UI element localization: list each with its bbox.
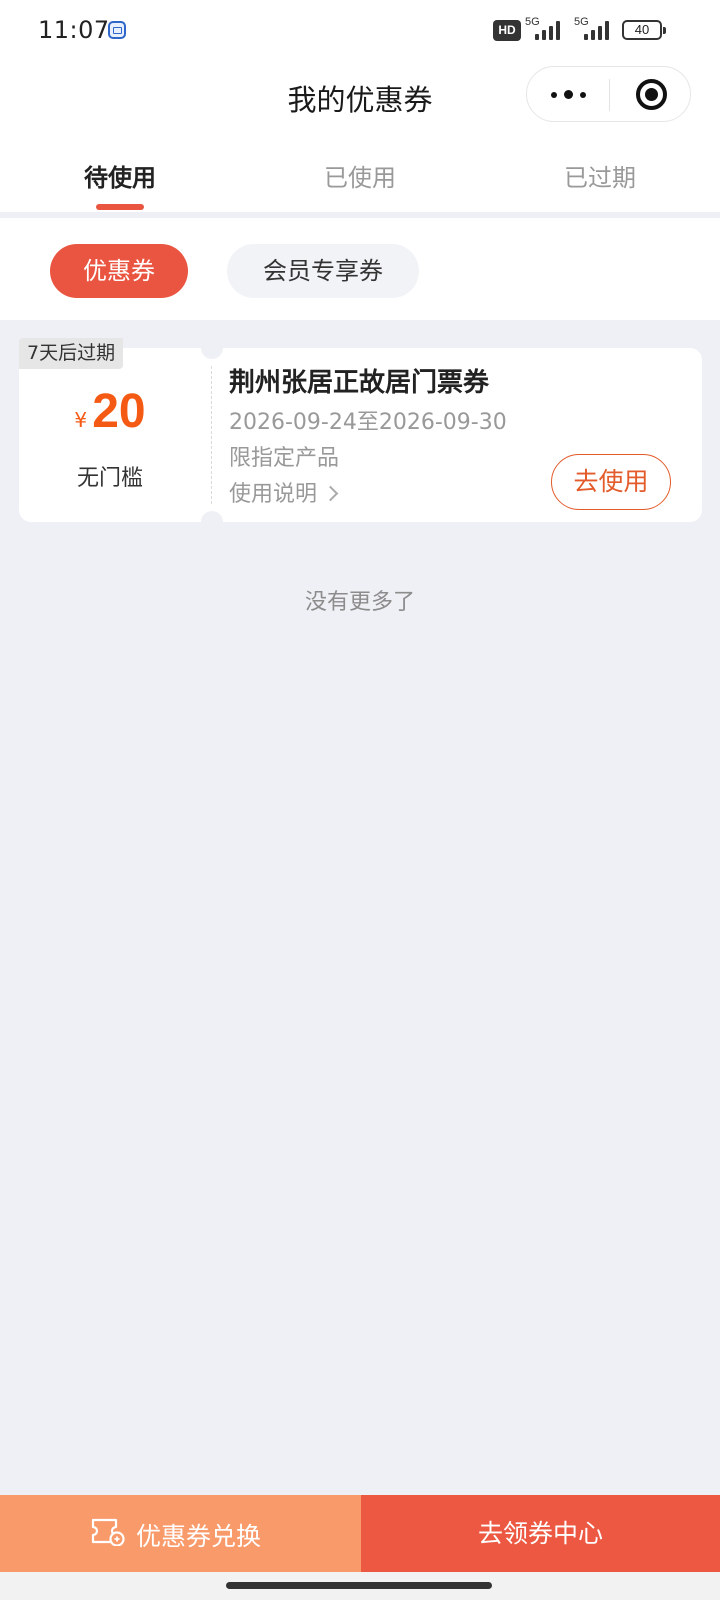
- tab-expired[interactable]: 已过期: [480, 130, 720, 212]
- redeem-label: 优惠券兑换: [136, 1522, 262, 1551]
- nav-header: 我的优惠券: [0, 60, 720, 130]
- ticket-exchange-icon: [91, 1518, 125, 1546]
- coupon-divider: [211, 366, 212, 504]
- bottom-action-bar: 优惠券兑换 去领券中心: [0, 1495, 720, 1572]
- tab-label: 待使用: [84, 164, 156, 192]
- tab-label: 已过期: [564, 164, 636, 192]
- coupon-notch: [201, 337, 223, 359]
- end-of-list-text: 没有更多了: [304, 590, 415, 615]
- coupon-center-button[interactable]: 去领券中心: [361, 1495, 720, 1572]
- coupon-threshold: 无门槛: [76, 466, 143, 491]
- chevron-right-icon: [322, 485, 339, 502]
- coupon-type-filter: 优惠券 会员专享券: [0, 218, 720, 320]
- usage-instructions-label: 使用说明: [229, 482, 318, 507]
- currency-symbol: ¥: [74, 408, 88, 432]
- home-indicator[interactable]: [226, 1582, 492, 1589]
- coupon-validity: 2026-09-24至2026-09-30: [229, 410, 507, 435]
- tab-used[interactable]: 已使用: [240, 130, 480, 212]
- signal-strength-icon: [535, 20, 565, 40]
- battery-icon: 40: [622, 20, 666, 40]
- status-time: 11:07: [38, 16, 110, 44]
- coupon-amount: ¥ 20: [19, 384, 201, 439]
- coupon-card[interactable]: 7天后过期 ¥ 20 无门槛 荆州张居正故居门票券 2026-09-24至202…: [19, 337, 702, 533]
- mini-program-capsule: [526, 66, 691, 122]
- target-close-icon[interactable]: [610, 67, 692, 123]
- usage-instructions-link[interactable]: 使用说明: [229, 476, 339, 508]
- filter-chip-coupon[interactable]: 优惠券: [50, 244, 188, 298]
- more-dots-icon[interactable]: [527, 67, 609, 123]
- use-coupon-button[interactable]: 去使用: [551, 454, 671, 510]
- tab-unused[interactable]: 待使用: [0, 130, 240, 212]
- notification-app-icon: [108, 21, 126, 39]
- status-bar: 11:07 HD 5G 5G 40: [0, 0, 720, 60]
- hd-voice-icon: HD: [493, 20, 521, 41]
- amount-value: 20: [92, 385, 146, 438]
- status-tabs: 待使用 已使用 已过期: [0, 130, 720, 212]
- coupon-title: 荆州张居正故居门票券: [229, 368, 490, 398]
- tab-label: 已使用: [324, 164, 396, 192]
- expire-badge: 7天后过期: [19, 338, 124, 369]
- coupon-scope: 限指定产品: [229, 446, 340, 471]
- redeem-coupon-button[interactable]: 优惠券兑换: [0, 1495, 361, 1572]
- filter-chip-member-coupon[interactable]: 会员专享券: [227, 244, 419, 298]
- coupon-notch: [201, 511, 223, 533]
- active-tab-indicator: [96, 204, 144, 210]
- signal-strength-icon-2: [584, 20, 614, 40]
